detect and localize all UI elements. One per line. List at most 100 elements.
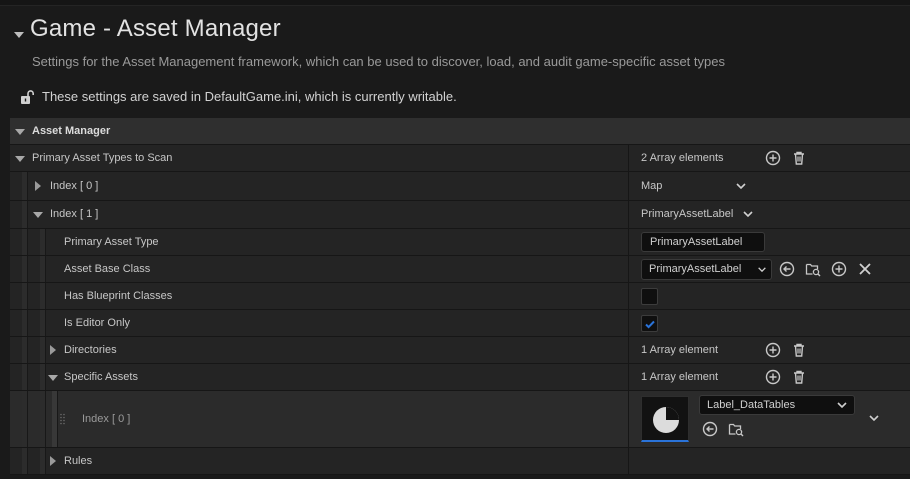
page-title: Game - Asset Manager (30, 15, 281, 42)
array-count: 1 Array element (641, 344, 719, 356)
section-label: Asset Manager (32, 125, 111, 137)
indent-guide (22, 391, 28, 447)
row-label: Primary Asset Types to Scan (32, 152, 173, 164)
lock-open-icon[interactable] (19, 89, 35, 105)
collapse-arrow-icon[interactable] (33, 212, 43, 218)
asset-type-dropdown[interactable]: Map (641, 172, 747, 200)
row-rules: Rules (10, 448, 910, 475)
indent-guide (22, 201, 28, 228)
chevron-down-icon (736, 183, 747, 190)
row-specific-assets: Specific Assets 1 Array element (10, 364, 910, 391)
value-cell: Map (628, 172, 910, 200)
row-directories: Directories 1 Array element (10, 337, 910, 364)
writable-note: These settings are saved in DefaultGame.… (42, 89, 457, 104)
chevron-down-icon (758, 267, 766, 273)
row-label: Index [ 0 ] (50, 180, 99, 192)
collapse-arrow-icon[interactable] (48, 375, 58, 381)
is-editor-only-checkbox[interactable] (641, 315, 658, 332)
row-index-0: Index [ 0 ] Map (10, 172, 910, 201)
value-cell: PrimaryAssetLabel (628, 229, 910, 255)
use-selected-icon[interactable] (778, 260, 796, 278)
row-label: Index [ 1 ] (50, 208, 99, 220)
chevron-down-icon (837, 402, 847, 409)
asset-base-class-dropdown[interactable]: PrimaryAssetLabel (641, 259, 772, 280)
row-label: Primary Asset Type (64, 236, 159, 248)
add-icon[interactable] (764, 341, 782, 359)
browse-icon[interactable] (727, 420, 745, 438)
expand-arrow-icon[interactable] (50, 345, 56, 355)
indent-guide (40, 391, 46, 447)
dropdown-value: Label_DataTables (707, 399, 796, 411)
chevron-down-icon (743, 211, 753, 218)
row-primary-asset-type: Primary Asset Type PrimaryAssetLabel (10, 229, 910, 256)
asset-thumbnail-icon (653, 407, 679, 433)
indent-guide (40, 337, 46, 363)
indent-guide (22, 310, 28, 336)
dropdown-value: Map (641, 180, 663, 192)
collapse-arrow-icon[interactable] (15, 156, 25, 162)
indent-guide (40, 256, 46, 282)
row-asset-base-class: Asset Base Class PrimaryAssetLabel (10, 256, 910, 283)
trash-icon[interactable] (790, 149, 808, 167)
row-primary-asset-types: Primary Asset Types to Scan 2 Array elem… (10, 145, 910, 172)
value-cell: Label_DataTables (628, 391, 910, 447)
primary-asset-type-input[interactable]: PrimaryAssetLabel (641, 232, 765, 252)
asset-picker-dropdown[interactable]: Label_DataTables (699, 395, 855, 415)
row-label: Specific Assets (64, 371, 138, 383)
trash-icon[interactable] (790, 341, 808, 359)
row-specific-asset-index-0: Index [ 0 ] Label_DataTables (10, 391, 910, 448)
add-icon[interactable] (764, 368, 782, 386)
value-cell (628, 310, 910, 336)
asset-type-dropdown[interactable]: PrimaryAssetLabel (641, 201, 754, 228)
use-selected-icon[interactable] (701, 420, 719, 438)
row-index-1: Index [ 1 ] PrimaryAssetLabel (10, 201, 910, 229)
indent-guide (40, 364, 46, 390)
value-cell: 2 Array elements (628, 145, 910, 171)
row-label: Has Blueprint Classes (64, 290, 173, 302)
section-asset-manager[interactable]: Asset Manager (10, 118, 910, 145)
collapse-arrow-icon[interactable] (14, 32, 24, 38)
chevron-down-icon[interactable] (865, 409, 883, 427)
expand-arrow-icon[interactable] (35, 181, 41, 191)
indent-guide (22, 337, 28, 363)
value-cell (628, 448, 910, 474)
collapse-arrow-icon[interactable] (15, 129, 25, 135)
row-label: Rules (64, 455, 93, 467)
row-is-editor-only: Is Editor Only (10, 310, 910, 337)
indent-guide (22, 256, 28, 282)
checkmark-icon (645, 320, 655, 329)
clear-icon[interactable] (856, 260, 874, 278)
trash-icon[interactable] (790, 368, 808, 386)
browse-icon[interactable] (804, 260, 822, 278)
row-label: Index [ 0 ] (82, 413, 131, 425)
array-count: 2 Array elements (641, 152, 724, 164)
value-cell: 1 Array element (628, 364, 910, 390)
indent-guide (22, 448, 28, 474)
indent-guide (52, 391, 58, 447)
indent-guide (40, 229, 46, 255)
indent-guide (22, 229, 28, 255)
value-cell: 1 Array element (628, 337, 910, 363)
indent-guide (22, 364, 28, 390)
value-cell (628, 283, 910, 309)
page-description: Settings for the Asset Management framew… (32, 54, 725, 69)
value-cell: PrimaryAssetLabel (628, 256, 910, 282)
dropdown-value: PrimaryAssetLabel (641, 208, 734, 220)
indent-guide (40, 283, 46, 309)
indent-guide (22, 172, 28, 200)
drag-grip-icon[interactable] (60, 413, 65, 425)
settings-header: Game - Asset Manager Settings for the As… (0, 6, 910, 118)
asset-thumbnail[interactable] (641, 396, 689, 442)
indent-guide (40, 448, 46, 474)
add-icon[interactable] (764, 149, 782, 167)
row-has-blueprint-classes: Has Blueprint Classes (10, 283, 910, 310)
dropdown-value: PrimaryAssetLabel (649, 263, 742, 275)
value-cell: PrimaryAssetLabel (628, 201, 910, 228)
row-label: Is Editor Only (64, 317, 131, 329)
row-label: Asset Base Class (64, 263, 151, 275)
add-icon[interactable] (830, 260, 848, 278)
expand-arrow-icon[interactable] (50, 456, 56, 466)
has-blueprint-classes-checkbox[interactable] (641, 288, 658, 305)
indent-guide (22, 283, 28, 309)
indent-guide (40, 310, 46, 336)
